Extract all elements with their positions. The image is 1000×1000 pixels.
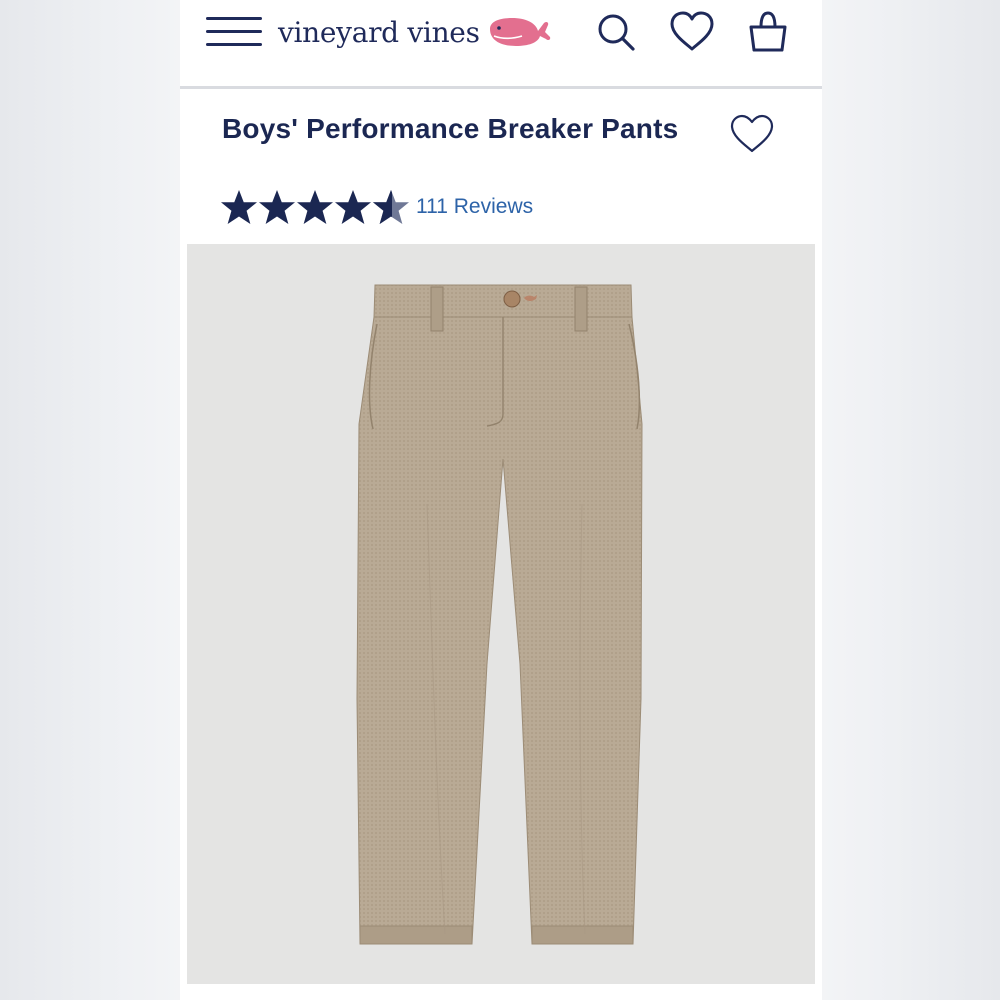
star-icon [335, 189, 371, 225]
wishlist-heart-icon[interactable] [728, 113, 776, 155]
star-rating [220, 189, 410, 225]
pants-illustration [356, 284, 643, 945]
heart-icon[interactable] [668, 10, 716, 54]
background-right [822, 0, 1000, 1000]
whale-logo-icon [489, 18, 550, 46]
bag-icon[interactable] [746, 10, 790, 54]
brand-logo[interactable]: vineyard vines [278, 12, 552, 52]
menu-icon[interactable] [206, 14, 262, 50]
star-icon [297, 189, 333, 225]
half-star-icon [373, 189, 409, 225]
search-icon[interactable] [594, 10, 638, 54]
reviews-link[interactable]: 111 Reviews [416, 195, 533, 219]
rating-row[interactable]: 111 Reviews [220, 187, 533, 227]
star-icon [221, 189, 257, 225]
brand-name: vineyard vines [278, 15, 480, 49]
background-left [0, 0, 180, 1000]
site-header: vineyard vines [180, 0, 822, 89]
phone-screen: vineyard vines Boys' Performance Breaker… [180, 0, 822, 1000]
product-image[interactable] [187, 244, 815, 984]
star-icon [259, 189, 295, 225]
product-page: Boys' Performance Breaker Pants 111 Revi… [180, 89, 822, 1000]
product-title: Boys' Performance Breaker Pants [222, 113, 679, 144]
